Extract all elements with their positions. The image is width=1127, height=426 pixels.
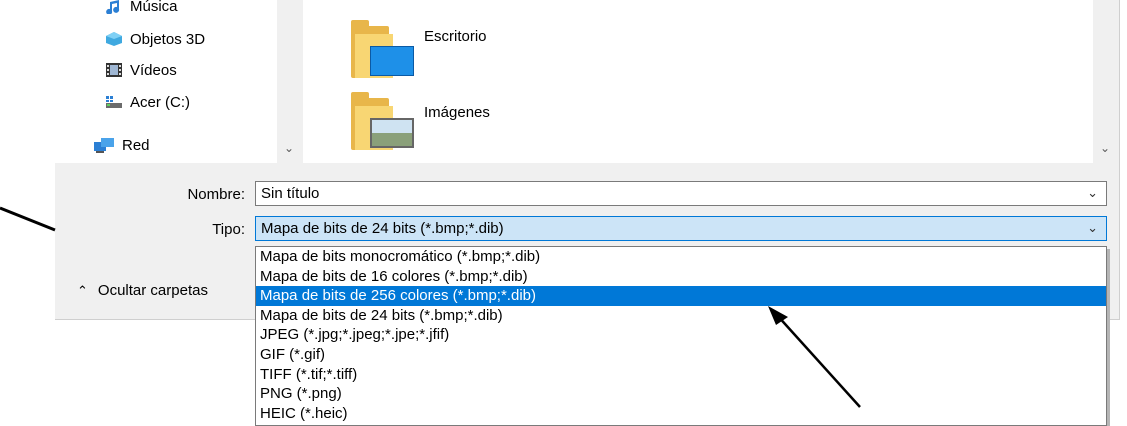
annotation-line-left bbox=[0, 206, 56, 232]
annotation-arrow-shaft bbox=[775, 313, 861, 408]
annotation-arrows bbox=[0, 206, 861, 408]
